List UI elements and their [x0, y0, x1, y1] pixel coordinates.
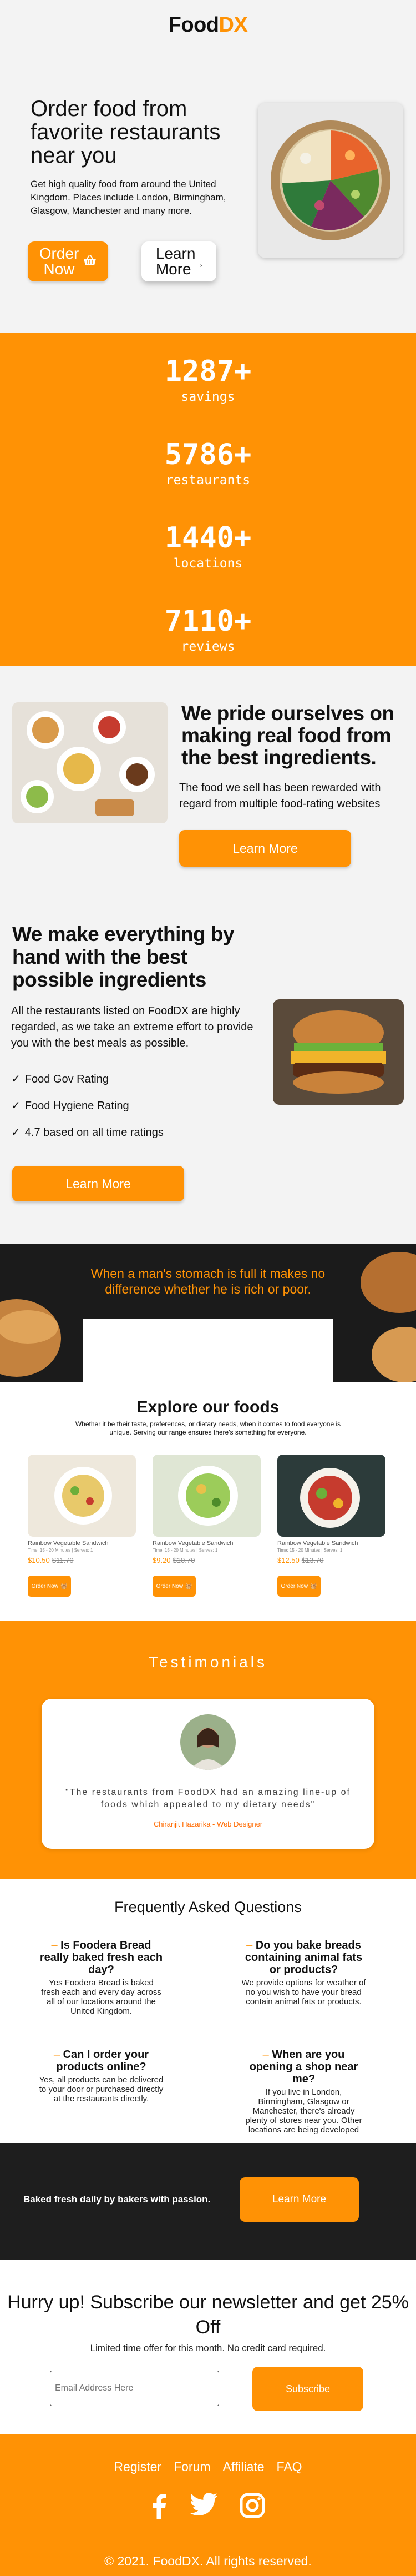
testimonial-text: "The restaurants from FoodDX had an amaz…: [65, 1788, 351, 1809]
copyright: © 2021. FoodDX. All rights reserved.: [104, 2554, 312, 2568]
subscribe-title: Hurry up! Subscribe our newsletter and g…: [7, 2292, 409, 2338]
stat-restaurants: 5786+ restaurants: [164, 438, 252, 487]
twitter-icon[interactable]: [190, 2493, 218, 2522]
burger-image: [273, 999, 404, 1105]
food-cards: Rainbow Vegetable Sandwich Time: 15 - 20…: [28, 1455, 385, 1597]
footer-link-forum[interactable]: Forum: [174, 2459, 210, 2474]
order-now-button[interactable]: Order Now 🧺: [28, 1576, 71, 1597]
order-now-button[interactable]: Order Now 🧺: [153, 1576, 196, 1597]
watch-story-button[interactable]: Watch Our Story: [0, 1354, 416, 1365]
basket-icon: 🧺: [185, 1583, 192, 1589]
avatar: [180, 1714, 236, 1770]
subscribe-section: Hurry up! Subscribe our newsletter and g…: [0, 2260, 416, 2434]
food-card: Rainbow Vegetable Sandwich Time: 15 - 20…: [153, 1455, 261, 1597]
food-image: [153, 1455, 261, 1537]
testimonial-author: Chiranjit Hazarika - Web Designer: [153, 1820, 263, 1828]
handmade-section: We make everything by hand with the best…: [0, 910, 416, 1244]
salad-bowl-image: [258, 103, 403, 258]
check-icon: ✓: [11, 1073, 21, 1085]
hero-text: Get high quality food from around the Un…: [31, 179, 226, 216]
handmade-learn-more-button[interactable]: Learn More: [12, 1166, 184, 1201]
basket-icon: 🧺: [310, 1583, 317, 1589]
pride-title: We pride ourselves on making real food f…: [181, 702, 394, 769]
footer: Register Forum Affiliate FAQ © 2021. Foo…: [0, 2434, 416, 2576]
check-icon: ✓: [11, 1100, 21, 1112]
chevron-right-icon: ›: [200, 263, 202, 269]
learn-more-button[interactable]: Learn More ›: [141, 242, 216, 281]
subscribe-button[interactable]: Subscribe: [252, 2367, 363, 2411]
facebook-icon[interactable]: [151, 2493, 168, 2522]
ratings-list: ✓ Food Gov Rating ✓ Food Hygiene Rating ✓ 4…: [11, 1071, 164, 1151]
testimonials-section: Testimonials "The restaurants from FoodD…: [0, 1621, 416, 1879]
pride-text: The food we sell has been rewarded with …: [179, 782, 381, 810]
testimonials-title: Testimonials: [148, 1653, 268, 1671]
hero-title: Order food from favorite restaurants nea…: [31, 97, 221, 168]
quote-banner: When a man's stomach is full it makes no…: [0, 1244, 416, 1382]
faq-item: – When are you opening a shop near me? I…: [245, 2049, 362, 2135]
explore-description: Whether it be their taste, preferences, …: [75, 1420, 341, 1436]
food-image: [277, 1455, 385, 1537]
faq-item: – Do you bake breads containing animal f…: [241, 1939, 366, 2006]
baked-learn-more-button[interactable]: Learn More: [240, 2177, 359, 2222]
stat-locations: 1440+ locations: [164, 521, 252, 571]
list-item: ✓ Food Gov Rating: [11, 1071, 164, 1098]
pride-learn-more-button[interactable]: Learn More: [179, 830, 351, 867]
quote-text: When a man's stomach is full it makes no…: [90, 1266, 326, 1296]
food-card: Rainbow Vegetable Sandwich Time: 15 - 20…: [277, 1455, 385, 1597]
email-field[interactable]: [50, 2371, 219, 2406]
page: FoodDX Order food from favorite restaura…: [0, 0, 416, 2576]
testimonial-card: "The restaurants from FoodDX had an amaz…: [42, 1699, 374, 1849]
food-image: [28, 1455, 136, 1537]
check-icon: ✓: [11, 1126, 21, 1139]
footer-links: Register Forum Affiliate FAQ: [0, 2459, 416, 2474]
order-now-button[interactable]: Order Now: [28, 242, 108, 281]
pride-section: We pride ourselves on making real food f…: [0, 666, 416, 910]
footer-link-register[interactable]: Register: [114, 2459, 161, 2474]
faq-item: – Is Foodera Bread really baked fresh ea…: [39, 1939, 163, 2016]
handmade-text: All the restaurants listed on FoodDX are…: [11, 1005, 253, 1049]
logo[interactable]: FoodDX: [169, 13, 248, 37]
hero-section: Order food from favorite restaurants nea…: [0, 50, 416, 333]
baked-banner: Baked fresh daily by bakers with passion…: [0, 2143, 416, 2260]
footer-link-affiliate[interactable]: Affiliate: [223, 2459, 265, 2474]
subscribe-lead: Limited time offer for this month. No cr…: [90, 2343, 326, 2353]
instagram-icon[interactable]: [240, 2493, 265, 2522]
explore-title: Explore our foods: [136, 1398, 280, 1416]
footer-link-faq[interactable]: FAQ: [277, 2459, 302, 2474]
stats-section: 1287+ savings 5786+ restaurants 1440+ lo…: [0, 333, 416, 666]
order-now-button[interactable]: Order Now 🧺: [277, 1576, 321, 1597]
faq-title: Frequently Asked Questions: [114, 1899, 302, 1915]
social-links: [0, 2493, 416, 2522]
basket-icon: 🧺: [60, 1583, 68, 1589]
quote-subtext: During the creation of FoodDX we got to …: [83, 1319, 333, 1382]
explore-section: Explore our foods Whether it be their ta…: [0, 1382, 416, 1621]
faq-item: – Can I order your products online? Yes,…: [39, 2049, 164, 2104]
baked-text: Baked fresh daily by bakers with passion…: [23, 2194, 211, 2205]
breakfast-table-image: [12, 702, 168, 823]
list-item: ✓ 4.7 based on all time ratings: [11, 1125, 164, 1151]
header: FoodDX: [0, 0, 416, 50]
faq-section: Frequently Asked Questions – Is Foodera …: [0, 1879, 416, 2143]
handmade-title: We make everything by hand with the best…: [12, 923, 235, 991]
play-icon: [164, 1355, 173, 1363]
basket-icon: [83, 254, 97, 269]
list-item: ✓ Food Hygiene Rating: [11, 1098, 164, 1125]
stat-savings: 1287+ savings: [164, 355, 252, 404]
food-card: Rainbow Vegetable Sandwich Time: 15 - 20…: [28, 1455, 136, 1597]
